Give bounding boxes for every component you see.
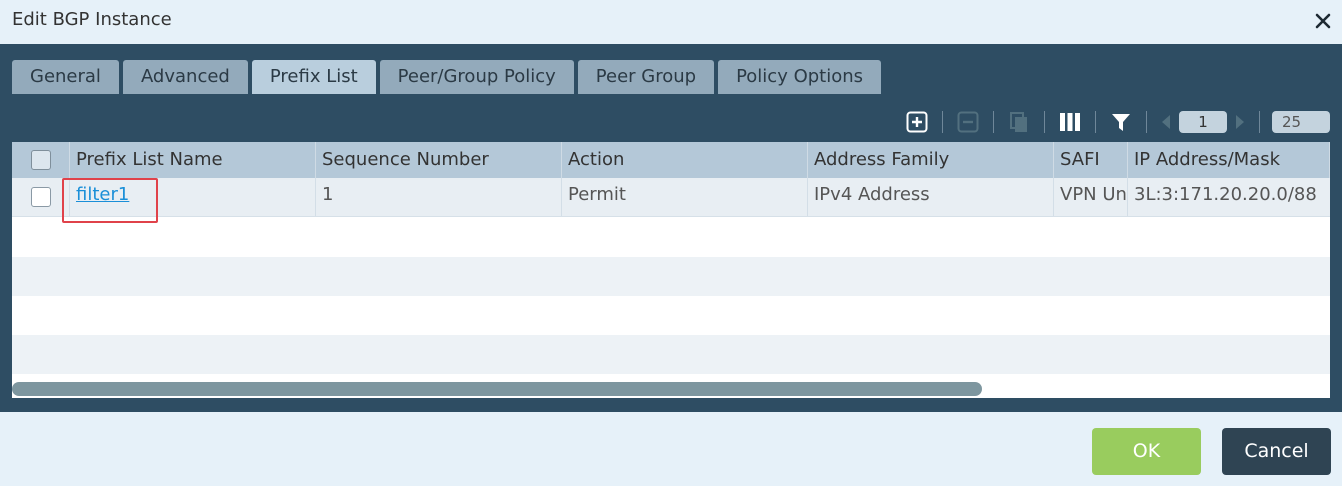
toolbar-divider [1146,111,1147,133]
prev-page-button[interactable] [1159,109,1173,135]
cell-prefix-list-name: filter1 [70,178,316,216]
columns-icon [1060,113,1080,131]
header-select-all [12,142,70,178]
page-number-input[interactable]: 1 [1179,111,1227,133]
horizontal-scrollbar[interactable] [12,382,982,396]
filter-button[interactable] [1108,109,1134,135]
clone-button[interactable] [1006,109,1032,135]
tab-bar: General Advanced Prefix List Peer/Group … [12,60,885,94]
prev-page-icon [1162,115,1170,129]
column-header-sequence-number[interactable]: Sequence Number [316,142,562,178]
add-icon [906,111,928,133]
grid-header: Prefix List Name Sequence Number Action … [12,142,1330,178]
remove-button[interactable] [955,109,981,135]
toolbar-divider [1095,111,1096,133]
toolbar-divider [942,111,943,133]
empty-row [12,257,1330,296]
toolbar-divider [993,111,994,133]
tab-advanced[interactable]: Advanced [122,60,248,94]
prefix-list-name-link[interactable]: filter1 [76,184,129,205]
close-button[interactable] [1310,8,1336,34]
ok-button[interactable]: OK [1092,428,1201,475]
prefix-list-grid: Prefix List Name Sequence Number Action … [12,142,1330,398]
column-header-address-family[interactable]: Address Family [808,142,1054,178]
toolbar-divider [1044,111,1045,133]
cell-sequence-number: 1 [316,178,562,216]
empty-row [12,335,1330,374]
empty-row [12,218,1330,257]
filter-icon [1112,114,1130,131]
tab-policy-options[interactable]: Policy Options [718,60,882,94]
close-icon [1315,13,1331,29]
row-select-cell [12,178,70,216]
add-button[interactable] [904,109,930,135]
cell-address-family: IPv4 Address [808,178,1054,216]
tab-general[interactable]: General [12,60,119,94]
next-page-icon [1236,115,1244,129]
cell-safi: VPN Un [1054,178,1128,216]
clone-icon [1010,112,1027,132]
dialog-titlebar: Edit BGP Instance [0,0,1342,44]
dialog-title: Edit BGP Instance [12,9,172,30]
row-checkbox[interactable] [30,187,51,207]
tab-peer-group[interactable]: Peer Group [577,60,715,94]
column-header-safi[interactable]: SAFI [1054,142,1128,178]
column-header-ip-address-mask[interactable]: IP Address/Mask [1128,142,1330,178]
page-size-select[interactable]: 25 [1272,111,1330,133]
table-row[interactable]: filter1 1 Permit IPv4 Address VPN Un 3L:… [12,178,1330,217]
empty-row [12,296,1330,335]
tab-prefix-list[interactable]: Prefix List [251,60,376,94]
cell-ip-address-mask: 3L:3:171.20.20.0/88 [1134,184,1317,205]
toolbar-divider [1259,111,1260,133]
dialog-body: General Advanced Prefix List Peer/Group … [0,44,1342,412]
select-all-checkbox[interactable] [30,150,51,170]
cell-action: Permit [562,178,808,216]
column-header-prefix-list-name[interactable]: Prefix List Name [70,142,316,178]
next-page-button[interactable] [1233,109,1247,135]
columns-button[interactable] [1057,109,1083,135]
grid-toolbar: 1 25 [904,108,1330,136]
remove-icon [957,111,979,133]
column-header-action[interactable]: Action [562,142,808,178]
cancel-button[interactable]: Cancel [1222,428,1331,475]
tab-peer-group-policy[interactable]: Peer/Group Policy [379,60,574,94]
